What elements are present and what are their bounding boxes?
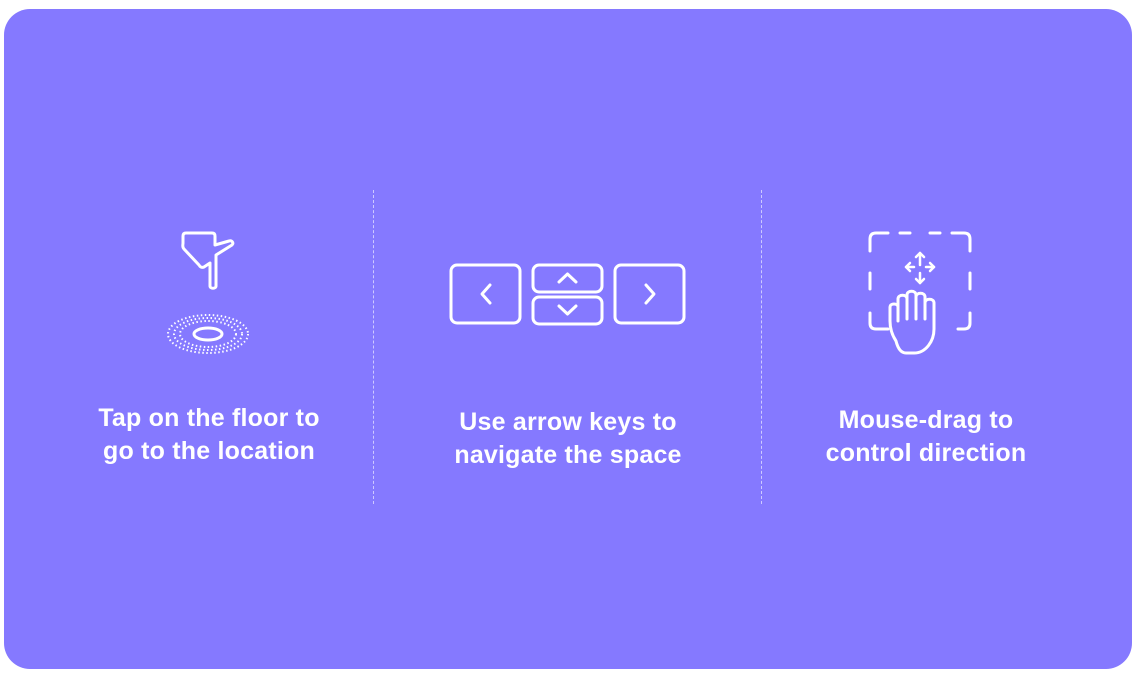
instruction-drag-caption: Mouse-drag to control direction bbox=[762, 404, 1090, 470]
navigation-help-panel: Tap on the floor to go to the location U… bbox=[4, 9, 1132, 669]
caption-line: go to the location bbox=[103, 437, 315, 465]
instruction-arrows: Use arrow keys to navigate the space bbox=[374, 9, 762, 669]
mouse-drag-icon bbox=[868, 231, 972, 355]
tap-floor-icon bbox=[167, 231, 249, 354]
caption-line: Tap on the floor to bbox=[98, 404, 320, 432]
instruction-arrows-caption: Use arrow keys to navigate the space bbox=[374, 406, 762, 472]
instruction-tap-caption: Tap on the floor to go to the location bbox=[4, 402, 414, 468]
caption-line: Use arrow keys to bbox=[459, 408, 677, 436]
caption-line: Mouse-drag to bbox=[838, 406, 1014, 434]
caption-line: navigate the space bbox=[454, 441, 682, 469]
instruction-tap: Tap on the floor to go to the location bbox=[4, 9, 374, 669]
caption-line: control direction bbox=[825, 439, 1027, 467]
instruction-drag: Mouse-drag to control direction bbox=[762, 9, 1132, 669]
arrow-keys-icon bbox=[449, 263, 686, 326]
